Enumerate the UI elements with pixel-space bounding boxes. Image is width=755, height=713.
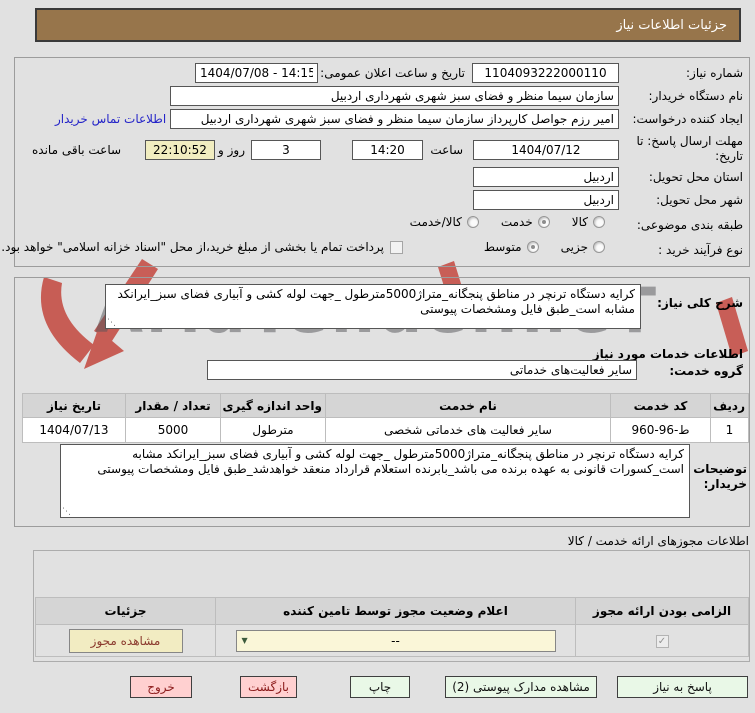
classification-option-kala-khedmat[interactable]: کالا/خدمت [410,215,479,229]
announce-datetime-input[interactable] [195,63,318,83]
exit-button[interactable]: خروج [130,676,192,698]
classification-radio-group: کالا خدمت کالا/خدمت [388,215,605,229]
announce-datetime-label: تاریخ و ساعت اعلان عمومی: [320,66,465,80]
col-license-details: جزئیات [35,597,216,625]
need-description-label: شرح کلی نیاز: [657,296,743,310]
radio-icon[interactable] [593,241,605,253]
buyer-notes-label: توضیحات خریدار: [693,462,747,491]
province-label: استان محل تحویل: [648,170,743,184]
cell-row-no: 1 [710,417,749,443]
treasury-checkbox[interactable] [390,240,403,254]
cell-service-name: سایر فعالیت های خدماتی شخصی [325,417,611,443]
page-title: جزئیات اطلاعات نیاز [616,17,727,33]
classification-option-khedmat[interactable]: خدمت [501,215,550,229]
hour-label: ساعت [430,143,463,157]
cell-quantity: 5000 [125,417,221,443]
buyer-org-input[interactable] [170,86,619,106]
province-input[interactable] [473,167,619,187]
cell-license-required [575,624,749,657]
respond-to-need-button[interactable]: پاسخ به نیاز [617,676,748,698]
need-description-text: کرایه دستگاه ترنچر در مناطق پنجگانه_مترا… [117,287,635,316]
countdown-input[interactable] [145,140,215,160]
radio-icon[interactable] [526,241,539,253]
city-label: شهر محل تحویل: [656,193,743,207]
reply-deadline-label: مهلت ارسال پاسخ: تا تاریخ: [636,134,743,163]
process-type-label: نوع فرآیند خرید : [658,243,743,257]
license-status-select[interactable]: -- ▼ [235,629,556,652]
process-option-motevasset[interactable]: متوسط [484,240,539,254]
cell-unit: مترطول [220,417,326,443]
col-row-no: ردیف [710,393,749,418]
cell-service-code: ط-96-960 [610,417,711,443]
process-option-jozii[interactable]: جزیی [561,240,605,254]
radio-icon[interactable] [466,216,479,228]
licenses-table-row: -- ▼ مشاهده مجوز [35,624,749,657]
license-status-value: -- [391,633,400,648]
days-remaining-input[interactable] [251,140,321,160]
need-number-input[interactable] [472,63,619,83]
licenses-table: الزامی بودن ارائه مجوز اعلام وضعیت مجوز … [35,597,749,657]
radio-label: کالا [571,215,588,229]
services-table-header-row: ردیف کد خدمت نام خدمت واحد اندازه گیری ت… [22,393,749,418]
service-group-input[interactable] [207,360,637,380]
license-required-checkbox[interactable] [655,635,669,648]
buyer-org-label: نام دستگاه خریدار: [648,89,744,103]
treasury-checkbox-row: پرداخت تمام یا بخشی از مبلغ خرید،از محل … [1,240,403,254]
resize-handle-icon[interactable]: ⋰ [62,508,71,517]
services-table: ردیف کد خدمت نام خدمت واحد اندازه گیری ت… [22,393,749,443]
licenses-section-label: اطلاعات مجوزهای ارائه خدمت / کالا [567,534,749,548]
services-table-row: 1 ط-96-960 سایر فعالیت های خدماتی شخصی م… [22,417,749,443]
need-number-label: شماره نیاز: [686,66,743,80]
reply-deadline-time-input[interactable] [352,140,423,160]
cell-need-date: 1404/07/13 [22,417,126,443]
col-need-date: تاریخ نیاز [22,393,126,418]
days-label: روز و [218,143,245,157]
reply-deadline-date-input[interactable] [473,140,619,160]
col-service-name: نام خدمت [325,393,611,418]
classification-option-kala[interactable]: کالا [572,215,605,229]
radio-label: متوسط [483,240,522,254]
licenses-table-header-row: الزامی بودن ارائه مجوز اعلام وضعیت مجوز … [35,597,749,625]
col-quantity: تعداد / مقدار [125,393,221,418]
process-type-radio-group: جزیی متوسط [462,240,605,254]
back-button[interactable]: بازگشت [240,676,297,698]
buyer-contact-link[interactable]: اطلاعات تماس خریدار [55,112,166,126]
chevron-down-icon: ▼ [241,635,248,645]
radio-icon[interactable] [537,216,550,228]
need-description-textarea[interactable]: کرایه دستگاه ترنچر در مناطق پنجگانه_مترا… [105,284,641,329]
treasury-checkbox-label: پرداخت تمام یا بخشی از مبلغ خرید،از محل … [1,240,384,254]
cell-license-status: -- ▼ [215,624,576,657]
buyer-notes-text: کرایه دستگاه ترنچر در مناطق پنجگانه_مترا… [97,447,684,476]
radio-label: کالا/خدمت [409,215,462,229]
view-license-button[interactable]: مشاهده مجوز [68,628,183,653]
buyer-notes-textarea[interactable]: کرایه دستگاه ترنچر در مناطق پنجگانه_مترا… [60,444,690,518]
countdown-label: ساعت باقی مانده [32,143,122,157]
print-button[interactable]: چاپ [350,676,410,698]
col-license-status: اعلام وضعیت مجوز توسط تامین کننده [215,597,576,625]
view-attached-documents-button[interactable]: مشاهده مدارک پیوستی (2) [445,676,597,698]
col-unit: واحد اندازه گیری [220,393,326,418]
col-service-code: کد خدمت [610,393,711,418]
radio-icon[interactable] [593,216,605,228]
page-title-bar: جزئیات اطلاعات نیاز [35,8,741,42]
service-group-label: گروه خدمت: [669,364,743,378]
request-creator-input[interactable] [170,109,619,129]
radio-label: خدمت [500,215,533,229]
classification-label: طبقه بندی موضوعی: [636,218,743,232]
col-license-required: الزامی بودن ارائه مجوز [575,597,749,625]
cell-license-details: مشاهده مجوز [35,624,216,657]
city-input[interactable] [473,190,619,210]
request-creator-label: ایجاد کننده درخواست: [632,112,743,126]
radio-label: جزیی [560,240,588,254]
resize-handle-icon[interactable]: ⋰ [107,319,116,328]
